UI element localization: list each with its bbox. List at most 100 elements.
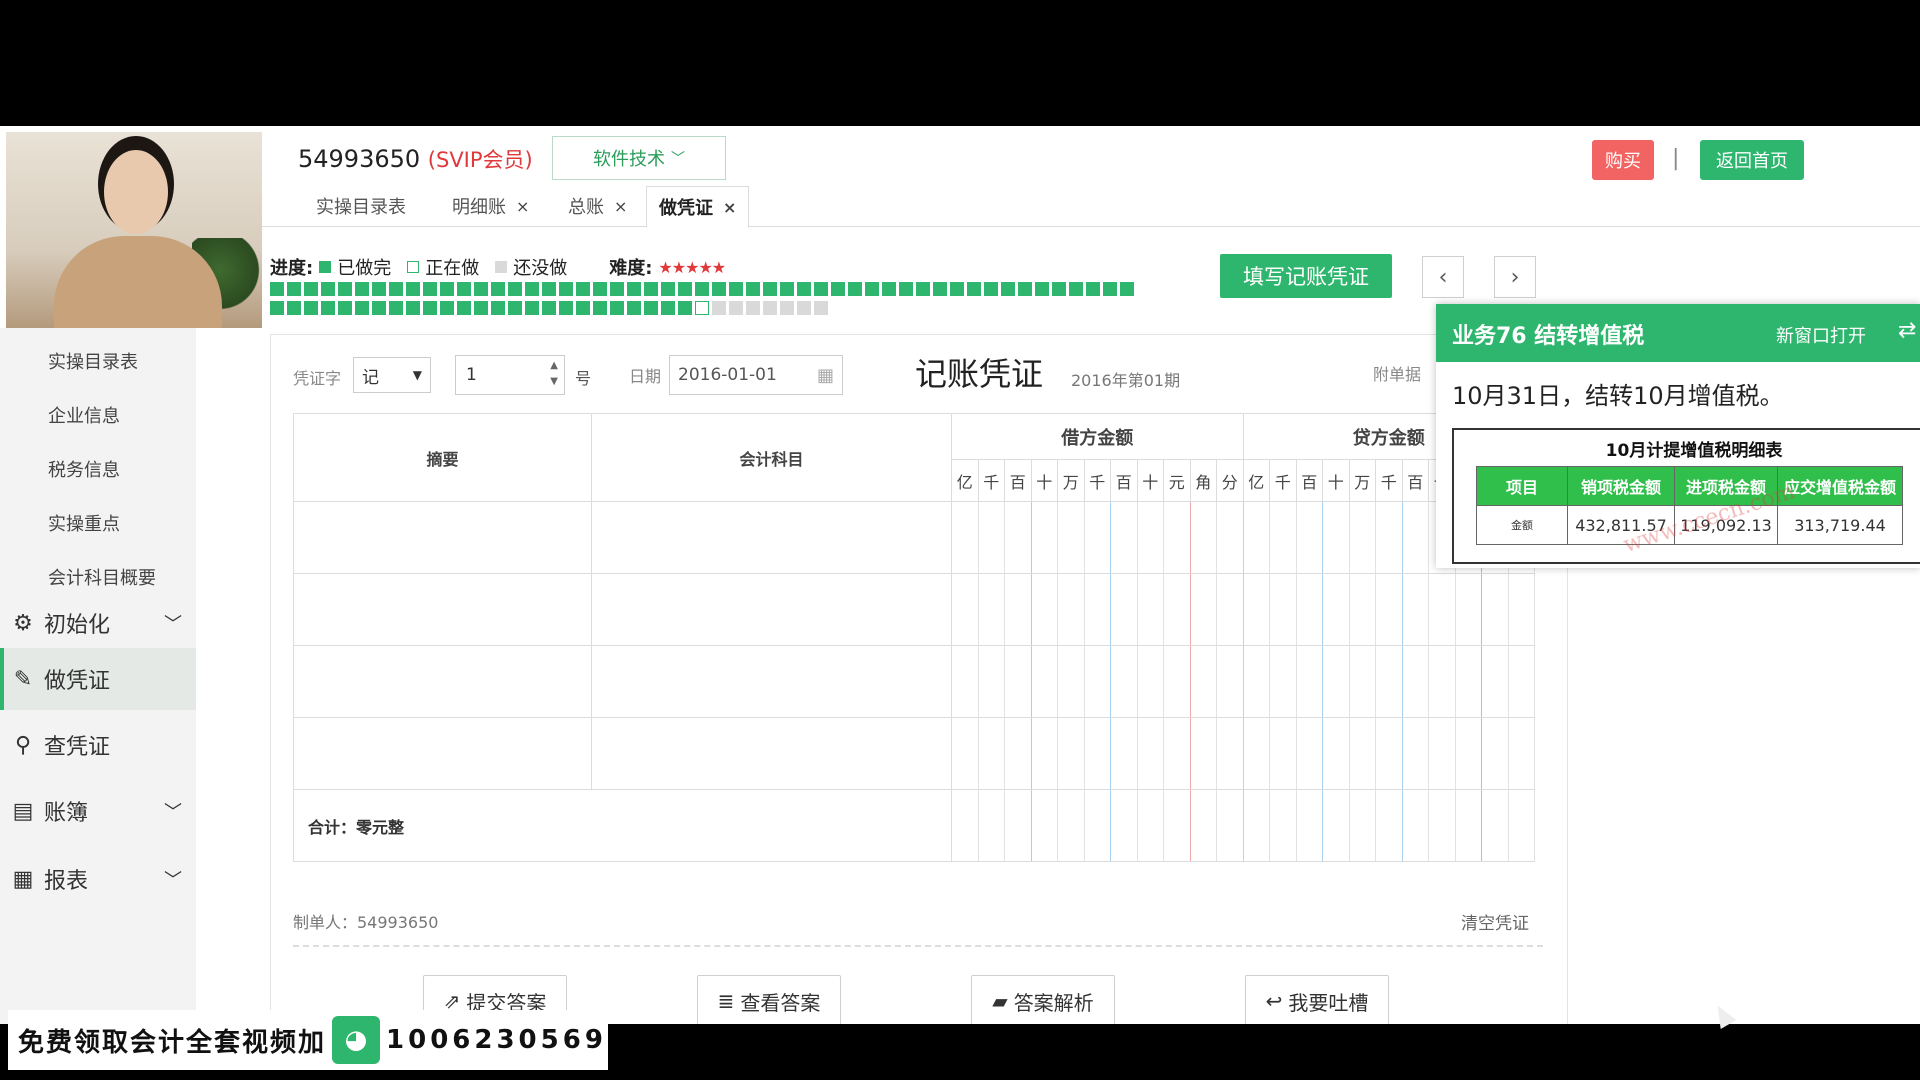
- progress-cell[interactable]: [916, 282, 930, 296]
- progress-cell[interactable]: [1001, 282, 1015, 296]
- progress-cell[interactable]: [831, 282, 845, 296]
- progress-cell[interactable]: [270, 282, 284, 296]
- tab-catalog[interactable]: 实操目录表: [316, 186, 406, 226]
- debit-digit-cell[interactable]: [1216, 501, 1244, 574]
- progress-cell[interactable]: [508, 282, 522, 296]
- debit-digit-cell[interactable]: [1057, 501, 1085, 574]
- credit-digit-cell[interactable]: [1242, 501, 1270, 574]
- credit-digit-cell[interactable]: [1295, 717, 1323, 790]
- credit-digit-cell[interactable]: [1295, 573, 1323, 646]
- progress-cell[interactable]: [678, 301, 692, 315]
- summary-cell[interactable]: [293, 501, 592, 574]
- progress-cell[interactable]: [287, 282, 301, 296]
- progress-cell[interactable]: [457, 301, 471, 315]
- debit-digit-cell[interactable]: [1136, 717, 1164, 790]
- credit-digit-cell[interactable]: [1375, 573, 1403, 646]
- debit-digit-cell[interactable]: [951, 501, 979, 574]
- credit-digit-cell[interactable]: [1507, 645, 1535, 718]
- progress-cell[interactable]: [610, 282, 624, 296]
- progress-cell[interactable]: [321, 301, 335, 315]
- credit-digit-cell[interactable]: [1295, 501, 1323, 574]
- credit-digit-cell[interactable]: [1401, 573, 1429, 646]
- credit-digit-cell[interactable]: [1401, 717, 1429, 790]
- progress-cell[interactable]: [423, 301, 437, 315]
- debit-digit-cell[interactable]: [1030, 573, 1058, 646]
- progress-cell[interactable]: [797, 301, 811, 315]
- debit-digit-cell[interactable]: [1004, 573, 1032, 646]
- account-cell[interactable]: [591, 717, 952, 790]
- progress-cell[interactable]: [729, 301, 743, 315]
- summary-cell[interactable]: [293, 645, 592, 718]
- debit-digit-cell[interactable]: [1136, 645, 1164, 718]
- credit-digit-cell[interactable]: [1348, 717, 1376, 790]
- debit-digit-cell[interactable]: [1216, 645, 1244, 718]
- debit-digit-cell[interactable]: [1004, 717, 1032, 790]
- progress-cell[interactable]: [474, 301, 488, 315]
- software-tech-dropdown[interactable]: 软件技术 ﹀: [552, 136, 726, 180]
- progress-cell[interactable]: [1103, 282, 1117, 296]
- progress-cell[interactable]: [559, 282, 573, 296]
- progress-cell[interactable]: [593, 301, 607, 315]
- debit-digit-cell[interactable]: [977, 645, 1005, 718]
- progress-cell[interactable]: [950, 282, 964, 296]
- debit-digit-cell[interactable]: [1163, 645, 1191, 718]
- debit-digit-cell[interactable]: [1189, 645, 1217, 718]
- debit-digit-cell[interactable]: [951, 717, 979, 790]
- credit-digit-cell[interactable]: [1348, 573, 1376, 646]
- tab-make-voucher[interactable]: 做凭证 ×: [646, 186, 750, 228]
- progress-cell[interactable]: [406, 301, 420, 315]
- calendar-icon[interactable]: ▦: [817, 365, 834, 386]
- credit-digit-cell[interactable]: [1454, 717, 1482, 790]
- credit-digit-cell[interactable]: [1401, 645, 1429, 718]
- progress-cell[interactable]: [695, 282, 709, 296]
- debit-digit-cell[interactable]: [1189, 573, 1217, 646]
- progress-cell[interactable]: [814, 282, 828, 296]
- debit-digit-cell[interactable]: [1110, 501, 1138, 574]
- credit-digit-cell[interactable]: [1348, 645, 1376, 718]
- progress-cell[interactable]: [593, 282, 607, 296]
- credit-digit-cell[interactable]: [1454, 573, 1482, 646]
- progress-cell[interactable]: [406, 282, 420, 296]
- close-icon[interactable]: ×: [516, 197, 529, 216]
- progress-cell[interactable]: [627, 282, 641, 296]
- progress-cell[interactable]: [1086, 282, 1100, 296]
- account-cell[interactable]: [591, 573, 952, 646]
- progress-cell[interactable]: [542, 301, 556, 315]
- progress-cell[interactable]: [712, 282, 726, 296]
- debit-digit-cell[interactable]: [1030, 717, 1058, 790]
- progress-cell[interactable]: [355, 282, 369, 296]
- progress-cell[interactable]: [967, 282, 981, 296]
- progress-cell[interactable]: [525, 282, 539, 296]
- progress-cell[interactable]: [695, 301, 709, 315]
- sidebar-item-catalog[interactable]: 实操目录表: [48, 348, 138, 374]
- debit-digit-cell[interactable]: [977, 717, 1005, 790]
- progress-cell[interactable]: [355, 301, 369, 315]
- credit-digit-cell[interactable]: [1481, 645, 1509, 718]
- tab-detail-ledger[interactable]: 明细账 ×: [452, 186, 529, 226]
- progress-cell[interactable]: [661, 301, 675, 315]
- credit-digit-cell[interactable]: [1428, 717, 1456, 790]
- summary-cell[interactable]: [293, 717, 592, 790]
- progress-cell[interactable]: [1018, 282, 1032, 296]
- credit-digit-cell[interactable]: [1481, 717, 1509, 790]
- progress-cell[interactable]: [644, 301, 658, 315]
- debit-digit-cell[interactable]: [1163, 573, 1191, 646]
- progress-cell[interactable]: [576, 301, 590, 315]
- next-button[interactable]: ›: [1494, 256, 1536, 298]
- account-cell[interactable]: [591, 645, 952, 718]
- credit-digit-cell[interactable]: [1322, 573, 1350, 646]
- progress-cell[interactable]: [508, 301, 522, 315]
- credit-digit-cell[interactable]: [1269, 717, 1297, 790]
- credit-digit-cell[interactable]: [1507, 717, 1535, 790]
- summary-cell[interactable]: [293, 573, 592, 646]
- credit-digit-cell[interactable]: [1322, 717, 1350, 790]
- debit-digit-cell[interactable]: [977, 501, 1005, 574]
- debit-digit-cell[interactable]: [951, 573, 979, 646]
- progress-cell[interactable]: [678, 282, 692, 296]
- date-input[interactable]: 2016-01-01 ▦: [669, 355, 843, 395]
- prev-button[interactable]: ‹: [1422, 256, 1464, 298]
- progress-cell[interactable]: [746, 282, 760, 296]
- debit-digit-cell[interactable]: [1163, 501, 1191, 574]
- progress-cell[interactable]: [372, 301, 386, 315]
- progress-cell[interactable]: [712, 301, 726, 315]
